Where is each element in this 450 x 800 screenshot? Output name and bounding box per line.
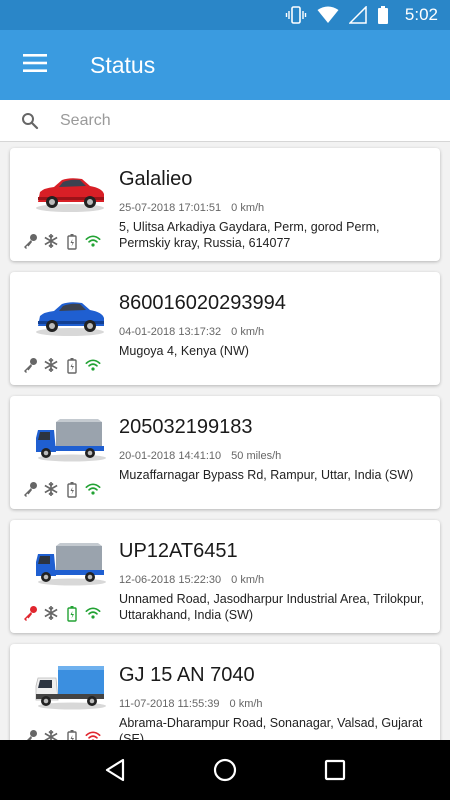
- vehicle-meta: 04-01-2018 13:17:32 0 km/h: [119, 326, 264, 338]
- vehicle-address: Mugoya 4, Kenya (NW): [119, 344, 249, 358]
- page-title: Status: [90, 51, 156, 78]
- system-navigation-bar: [0, 740, 450, 800]
- vehicle-name: 205032199183: [119, 416, 253, 438]
- vehicle-name: UP12AT6451: [119, 540, 238, 562]
- vehicle-status-icons: [22, 604, 101, 622]
- vehicle-card[interactable]: Galalieo 25-07-2018 17:01:51 0 km/h 5, Ul…: [10, 148, 440, 261]
- recent-apps-icon[interactable]: [324, 759, 346, 781]
- gps-signal-icon: [85, 480, 101, 498]
- vehicle-card[interactable]: 860016020293994 04-01-2018 13:17:32 0 km/…: [10, 272, 440, 385]
- search-icon: [0, 112, 60, 130]
- vibrate-icon: [285, 6, 307, 24]
- system-status-bar: 5:02: [0, 0, 450, 30]
- red-car-image: [36, 178, 104, 212]
- vehicle-meta: 11-07-2018 11:55:39 0 km/h: [119, 698, 263, 710]
- battery-status-icon: [64, 728, 80, 740]
- clock: 5:02: [404, 5, 438, 24]
- vehicle-name: GJ 15 AN 7040: [119, 664, 255, 686]
- ac-snowflake-icon: [43, 728, 59, 740]
- vehicle-list: Galalieo 25-07-2018 17:01:51 0 km/h 5, Ul…: [0, 142, 450, 740]
- white-blue-truck-image: [35, 666, 106, 710]
- last-update-time: 20-01-2018 14:41:10: [119, 450, 222, 462]
- blue-truck-image: [36, 419, 106, 462]
- back-icon[interactable]: [104, 758, 126, 782]
- ignition-key-icon: [22, 728, 38, 740]
- vehicle-status-icons: [22, 356, 101, 374]
- last-update-time: 11-07-2018 11:55:39: [119, 698, 220, 710]
- search-input[interactable]: [60, 111, 420, 130]
- ac-snowflake-icon: [43, 232, 59, 250]
- vehicle-meta: 25-07-2018 17:01:51 0 km/h: [119, 202, 264, 214]
- wifi-icon: [317, 6, 339, 24]
- last-update-time: 12-06-2018 15:22:30: [119, 574, 222, 586]
- ignition-key-icon: [22, 480, 38, 498]
- battery-status-icon: [64, 480, 80, 498]
- vehicle-speed: 50 miles/h: [231, 450, 282, 462]
- vehicle-speed: 0 km/h: [229, 698, 263, 710]
- ignition-key-icon: [22, 356, 38, 374]
- battery-status-icon: [64, 232, 80, 250]
- vehicle-card[interactable]: GJ 15 AN 7040 11-07-2018 11:55:39 0 km/h …: [10, 644, 440, 740]
- vehicle-speed: 0 km/h: [231, 202, 265, 214]
- app-bar: Status: [0, 30, 450, 100]
- search-bar: [0, 100, 450, 142]
- ac-snowflake-icon: [43, 604, 59, 622]
- vehicle-speed: 0 km/h: [231, 326, 265, 338]
- battery-status-icon: [64, 604, 80, 622]
- gps-signal-icon: [85, 728, 101, 740]
- hamburger-menu-icon: [23, 53, 47, 77]
- vehicle-status-icons: [22, 480, 101, 498]
- gps-signal-icon: [85, 356, 101, 374]
- vehicle-card[interactable]: UP12AT6451 12-06-2018 15:22:30 0 km/h Unn…: [10, 520, 440, 633]
- battery-icon: [377, 5, 389, 25]
- gps-signal-icon: [85, 232, 101, 250]
- vehicle-address: Unnamed Road, Jasodharpur Industrial Are…: [119, 592, 425, 622]
- last-update-time: 25-07-2018 17:01:51: [119, 202, 222, 214]
- menu-button[interactable]: [0, 30, 70, 100]
- cell-signal-icon: [348, 6, 367, 24]
- ignition-key-icon: [22, 604, 38, 622]
- vehicle-name: 860016020293994: [119, 292, 286, 314]
- vehicle-address: Abrama-Dharampur Road, Sonanagar, Valsad…: [119, 716, 423, 740]
- vehicle-status-icons: [22, 728, 101, 740]
- vehicle-address: 5, Ulitsa Arkadiya Gaydara, Perm, gorod …: [119, 220, 380, 250]
- vehicle-status-icons: [22, 232, 101, 250]
- battery-status-icon: [64, 356, 80, 374]
- vehicle-meta: 12-06-2018 15:22:30 0 km/h: [119, 574, 264, 586]
- vehicle-address: Muzaffarnagar Bypass Rd, Rampur, Uttar, …: [119, 468, 414, 482]
- blue-car-image: [36, 302, 104, 336]
- ac-snowflake-icon: [43, 356, 59, 374]
- ac-snowflake-icon: [43, 480, 59, 498]
- last-update-time: 04-01-2018 13:17:32: [119, 326, 222, 338]
- vehicle-name: Galalieo: [119, 168, 193, 190]
- vehicle-speed: 0 km/h: [231, 574, 265, 586]
- ignition-key-icon: [22, 232, 38, 250]
- vehicle-card[interactable]: 205032199183 20-01-2018 14:41:10 50 miles…: [10, 396, 440, 509]
- vehicle-meta: 20-01-2018 14:41:10 50 miles/h: [119, 450, 281, 462]
- gps-signal-icon: [85, 604, 101, 622]
- blue-truck-image: [36, 543, 106, 586]
- home-icon[interactable]: [213, 758, 237, 782]
